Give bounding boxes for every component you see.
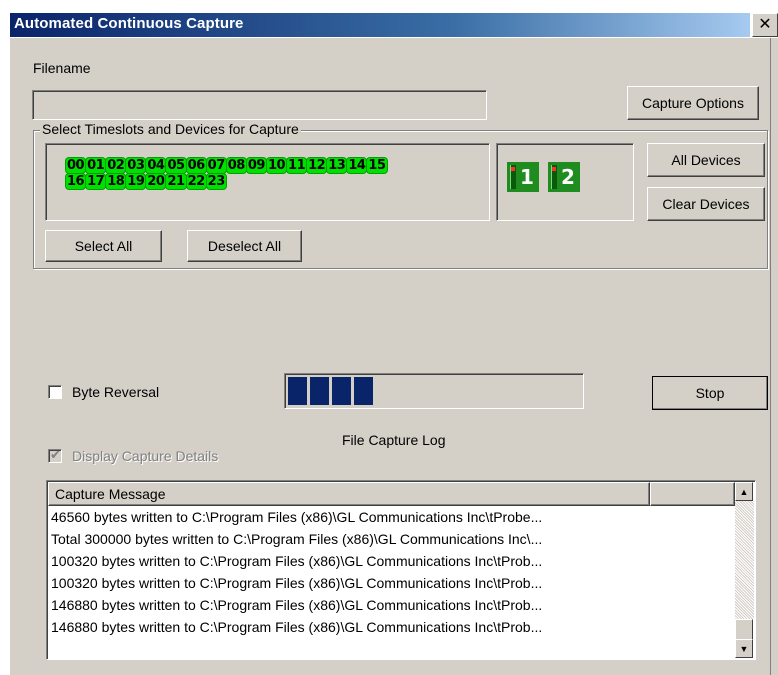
timeslot-16[interactable]: 16 xyxy=(66,174,86,189)
capture-log-list[interactable]: Capture Message 46560 bytes written to C… xyxy=(46,480,756,660)
filename-label: Filename xyxy=(33,60,91,76)
window-frame-right xyxy=(770,38,778,675)
timeslot-12[interactable]: 12 xyxy=(307,158,327,173)
close-button[interactable]: ✕ xyxy=(752,13,778,37)
file-capture-log-label: File Capture Log xyxy=(342,432,446,448)
log-row[interactable]: 146880 bytes written to C:\Program Files… xyxy=(48,594,735,616)
close-icon: ✕ xyxy=(758,16,772,33)
filename-value xyxy=(33,97,37,113)
byte-reversal-checkbox[interactable] xyxy=(48,385,62,399)
timeslot-14[interactable]: 14 xyxy=(347,158,367,173)
display-capture-details-label: Display Capture Details xyxy=(72,448,219,464)
progress-chunk xyxy=(310,377,329,405)
timeslot-15[interactable]: 15 xyxy=(367,158,387,173)
timeslot-11[interactable]: 11 xyxy=(287,158,307,173)
scroll-track[interactable] xyxy=(735,501,754,619)
log-row[interactable]: Total 300000 bytes written to C:\Program… xyxy=(48,528,735,550)
capture-options-button[interactable]: Capture Options xyxy=(627,86,759,120)
devices-panel: 12 xyxy=(496,143,634,221)
log-row[interactable]: 146880 bytes written to C:\Program Files… xyxy=(48,616,735,638)
stop-button[interactable]: Stop xyxy=(652,376,768,410)
timeslot-22[interactable]: 22 xyxy=(186,174,206,189)
timeslot-04[interactable]: 04 xyxy=(146,158,166,173)
timeslot-10[interactable]: 10 xyxy=(266,158,287,173)
all-devices-button[interactable]: All Devices xyxy=(647,143,765,177)
log-row[interactable]: 100320 bytes written to C:\Program Files… xyxy=(48,550,735,572)
scroll-up-button[interactable]: ▲ xyxy=(735,482,753,501)
timeslot-20[interactable]: 20 xyxy=(146,174,166,189)
clear-devices-button[interactable]: Clear Devices xyxy=(647,187,765,221)
filename-field[interactable] xyxy=(32,90,487,120)
byte-reversal-label: Byte Reversal xyxy=(72,384,160,400)
progress-chunk xyxy=(332,377,351,405)
device-number: 2 xyxy=(561,165,575,189)
timeslot-13[interactable]: 13 xyxy=(327,158,347,173)
timeslot-23[interactable]: 23 xyxy=(206,174,226,189)
window-frame-left xyxy=(0,38,10,675)
group-label: Select Timeslots and Devices for Capture xyxy=(40,121,301,137)
log-rows: 46560 bytes written to C:\Program Files … xyxy=(48,506,735,638)
device-led-icon xyxy=(511,167,515,171)
timeslot-08[interactable]: 08 xyxy=(226,158,246,173)
checkmark-icon: ✔ xyxy=(50,447,61,462)
timeslot-00[interactable]: 00 xyxy=(66,158,86,173)
window-title: Automated Continuous Capture xyxy=(14,15,244,32)
display-capture-details-checkbox[interactable]: ✔ xyxy=(48,447,62,463)
byte-reversal-option[interactable]: Byte Reversal xyxy=(48,384,159,400)
timeslot-21[interactable]: 21 xyxy=(166,174,186,189)
progress-chunk xyxy=(354,377,373,405)
device-2-icon[interactable]: 2 xyxy=(548,162,580,192)
log-row[interactable]: 46560 bytes written to C:\Program Files … xyxy=(48,506,735,528)
column-header-blank[interactable] xyxy=(650,482,735,506)
timeslot-06[interactable]: 06 xyxy=(186,158,206,173)
timeslot-17[interactable]: 17 xyxy=(86,174,106,189)
progress-chunk xyxy=(288,377,307,405)
timeslot-07[interactable]: 07 xyxy=(206,158,226,173)
arrow-up-icon: ▲ xyxy=(739,486,749,497)
log-row[interactable]: 100320 bytes written to C:\Program Files… xyxy=(48,572,735,594)
column-header-capture-message[interactable]: Capture Message xyxy=(48,482,650,506)
timeslot-05[interactable]: 05 xyxy=(166,158,186,173)
scroll-thumb[interactable] xyxy=(735,619,753,641)
timeslot-18[interactable]: 18 xyxy=(106,174,126,189)
timeslot-19[interactable]: 19 xyxy=(126,174,146,189)
device-1-icon[interactable]: 1 xyxy=(507,162,539,192)
timeslot-02[interactable]: 02 xyxy=(106,158,126,173)
deselect-all-button[interactable]: Deselect All xyxy=(187,230,302,262)
timeslots-panel: 00 01 02 03 04 05 06 07 08 09 10 11 12 13 14 15 16 17 18 1… xyxy=(45,143,490,221)
device-number: 1 xyxy=(520,165,534,189)
timeslots-row-1: 00 01 02 03 04 05 06 07 08 09 10 11 12 13 14 15 xyxy=(66,158,388,173)
log-scrollbar[interactable]: ▲ ▼ xyxy=(735,482,754,658)
arrow-down-icon: ▼ xyxy=(739,643,749,654)
scroll-down-button[interactable]: ▼ xyxy=(735,639,753,658)
display-capture-details-option[interactable]: ✔ Display Capture Details xyxy=(48,447,219,464)
select-all-button[interactable]: Select All xyxy=(45,230,162,262)
timeslot-09[interactable]: 09 xyxy=(246,158,266,173)
timeslot-01[interactable]: 01 xyxy=(86,158,106,173)
capture-progress-bar xyxy=(284,373,584,409)
device-led-icon xyxy=(552,167,556,171)
timeslot-03[interactable]: 03 xyxy=(126,158,146,173)
timeslots-row-2: 16 17 18 19 20 21 22 23 xyxy=(66,174,388,189)
